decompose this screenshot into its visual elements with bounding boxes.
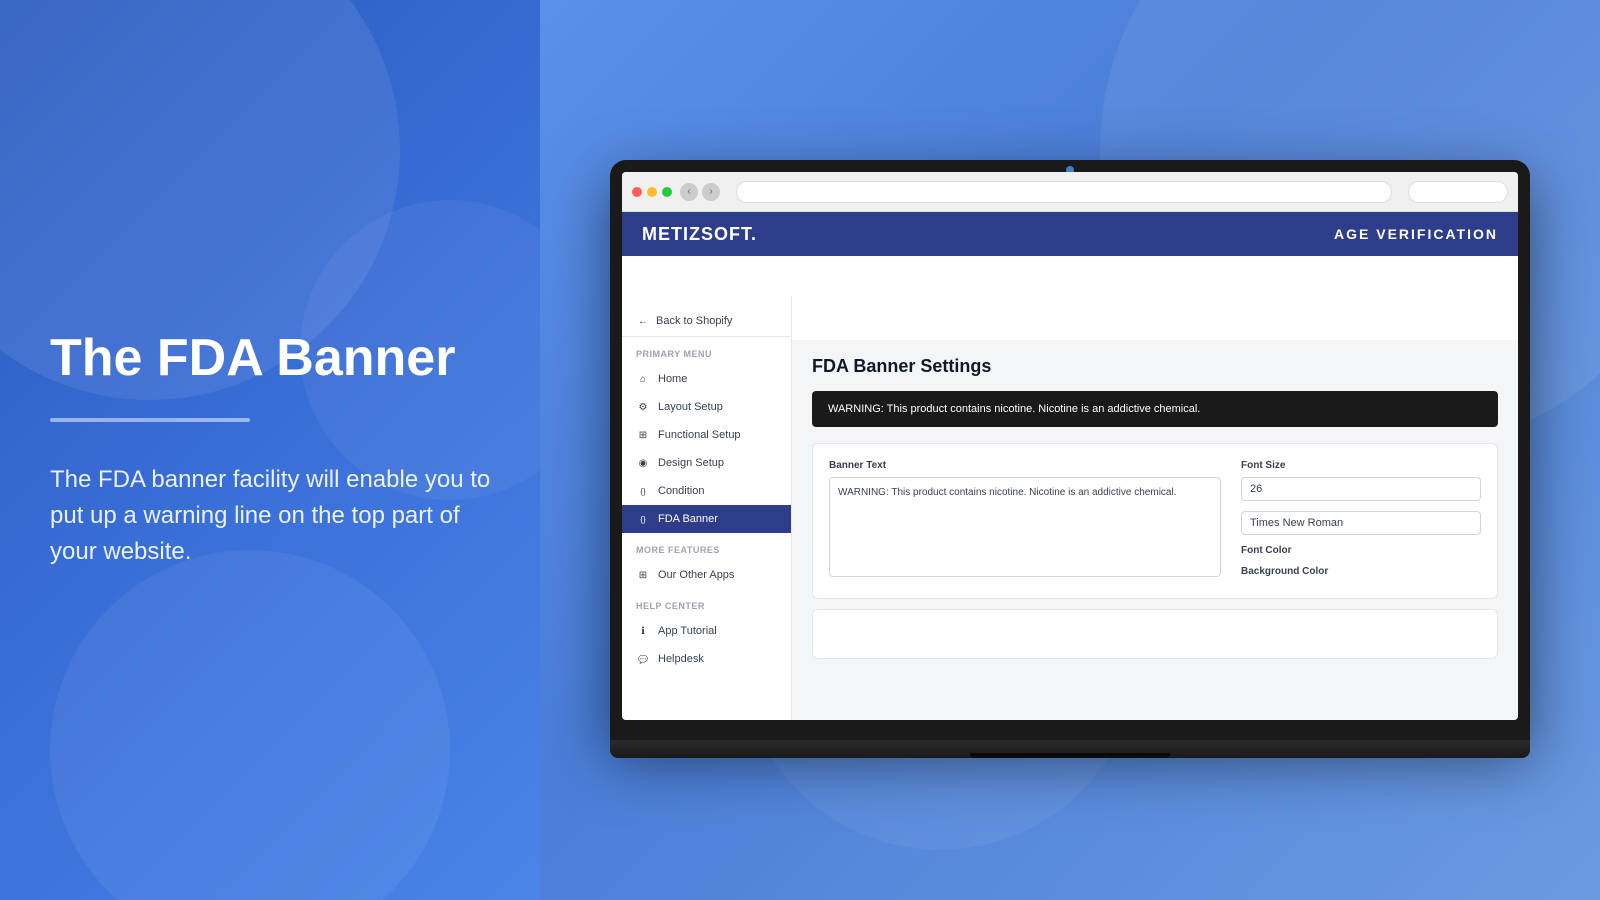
- laptop-screen: ‹ › METIZSOFT. AGE VERIFICATION: [622, 172, 1518, 720]
- sidebar-item-helpdesk[interactable]: Helpdesk: [622, 645, 791, 673]
- sidebar-item-layout-setup[interactable]: Layout Setup: [622, 393, 791, 421]
- home-icon: [636, 372, 650, 386]
- font-family-input[interactable]: [1241, 511, 1481, 535]
- font-settings-section: Font Size Font Color Bac: [1241, 460, 1481, 582]
- sidebar-other-apps-label: Our Other Apps: [658, 569, 734, 581]
- functional-setup-icon: [636, 428, 650, 442]
- sidebar-fda-label: FDA Banner: [658, 513, 718, 525]
- other-apps-icon: [636, 568, 650, 582]
- dot-red[interactable]: [632, 187, 642, 197]
- browser-nav: ‹ ›: [680, 183, 720, 201]
- main-content-area: FDA Banner Settings WARNING: This produc…: [792, 340, 1518, 720]
- laptop-body: ‹ › METIZSOFT. AGE VERIFICATION: [610, 160, 1530, 740]
- sidebar-item-other-apps[interactable]: Our Other Apps: [622, 561, 791, 589]
- dot-yellow[interactable]: [647, 187, 657, 197]
- browser-chrome: ‹ ›: [622, 172, 1518, 212]
- settings-card: Banner Text WARNING: This product contai…: [812, 443, 1498, 599]
- sidebar-item-functional-setup[interactable]: Functional Setup: [622, 421, 791, 449]
- sidebar-home-label: Home: [658, 373, 687, 385]
- sidebar-item-condition[interactable]: Condition: [622, 477, 791, 505]
- condition-icon: [636, 484, 650, 498]
- more-features-label: MORE FEATURES: [622, 541, 791, 561]
- laptop-wrapper: ‹ › METIZSOFT. AGE VERIFICATION: [520, 60, 1600, 880]
- sidebar: ← Back to Shopify PRIMARY MENU Home Layo…: [622, 296, 792, 720]
- app-logo: METIZSOFT.: [642, 224, 757, 245]
- back-icon: ←: [636, 314, 650, 328]
- forward-arrow[interactable]: ›: [702, 183, 720, 201]
- helpdesk-icon: [636, 652, 650, 666]
- app-tutorial-icon: [636, 624, 650, 638]
- help-center-label: HELP CENTER: [622, 597, 791, 617]
- bottom-section: [812, 609, 1498, 659]
- app-header-title: AGE VERIFICATION: [1334, 226, 1498, 242]
- warning-banner: WARNING: This product contains nicotine.…: [812, 391, 1498, 427]
- sidebar-item-design-setup[interactable]: Design Setup: [622, 449, 791, 477]
- font-size-label: Font Size: [1241, 460, 1481, 471]
- back-label: Back to Shopify: [656, 315, 732, 327]
- font-color-label: Font Color: [1241, 545, 1481, 556]
- back-to-shopify[interactable]: ← Back to Shopify: [622, 306, 791, 337]
- sidebar-layout-label: Layout Setup: [658, 401, 723, 413]
- primary-menu-label: PRIMARY MENU: [622, 345, 791, 365]
- banner-text-section: Banner Text WARNING: This product contai…: [829, 460, 1221, 582]
- sidebar-item-fda-banner[interactable]: FDA Banner: [622, 505, 791, 533]
- title-divider: [50, 418, 250, 422]
- left-panel: The FDA Banner The FDA banner facility w…: [0, 0, 560, 900]
- background-color-label: Background Color: [1241, 566, 1481, 577]
- banner-text-label: Banner Text: [829, 460, 1221, 471]
- design-setup-icon: [636, 456, 650, 470]
- hero-description: The FDA banner facility will enable you …: [50, 462, 500, 570]
- back-arrow[interactable]: ‹: [680, 183, 698, 201]
- sidebar-design-label: Design Setup: [658, 457, 724, 469]
- layout-setup-icon: [636, 400, 650, 414]
- font-size-field: Font Size: [1241, 460, 1481, 501]
- page-hero-title: The FDA Banner: [50, 330, 500, 387]
- font-size-input[interactable]: [1241, 477, 1481, 501]
- sidebar-condition-label: Condition: [658, 485, 704, 497]
- search-bar[interactable]: [1408, 181, 1508, 203]
- sidebar-item-home[interactable]: Home: [622, 365, 791, 393]
- sidebar-item-app-tutorial[interactable]: App Tutorial: [622, 617, 791, 645]
- banner-text-input[interactable]: WARNING: This product contains nicotine.…: [829, 477, 1221, 577]
- sidebar-tutorial-label: App Tutorial: [658, 625, 717, 637]
- sidebar-functional-label: Functional Setup: [658, 429, 741, 441]
- background-color-field: Background Color: [1241, 566, 1481, 577]
- browser-dots: [632, 187, 672, 197]
- dot-green[interactable]: [662, 187, 672, 197]
- page-title: FDA Banner Settings: [812, 356, 1498, 377]
- laptop: ‹ › METIZSOFT. AGE VERIFICATION: [610, 160, 1530, 780]
- app-header: METIZSOFT. AGE VERIFICATION: [622, 212, 1518, 256]
- font-family-field: [1241, 511, 1481, 535]
- font-color-field: Font Color: [1241, 545, 1481, 556]
- laptop-base: [610, 740, 1530, 758]
- sidebar-helpdesk-label: Helpdesk: [658, 653, 704, 665]
- fda-banner-icon: [636, 512, 650, 526]
- url-bar[interactable]: [736, 181, 1392, 203]
